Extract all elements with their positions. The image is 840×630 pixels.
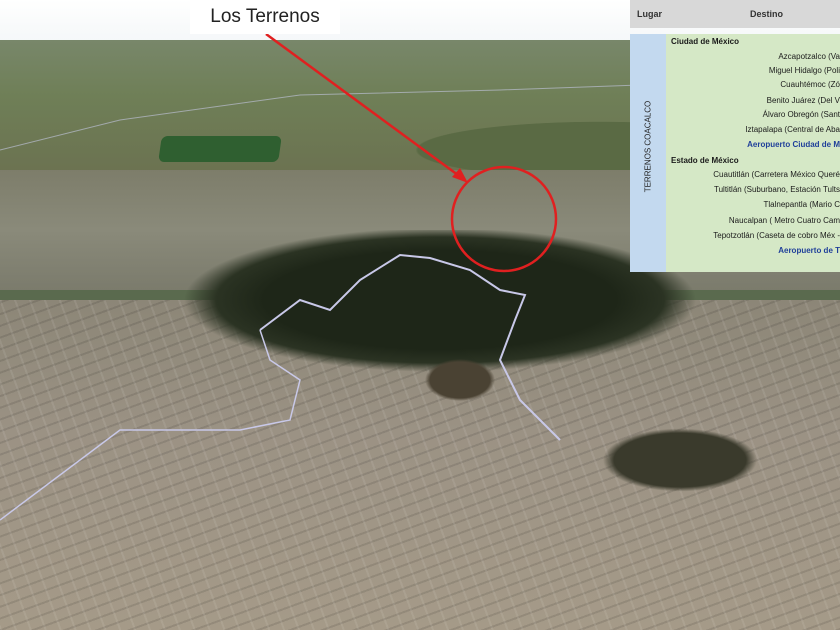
- lugar-cell: TERRENOS COACALCO: [630, 34, 666, 272]
- header-destino: Destino: [750, 9, 784, 19]
- destination-item: Benito Juárez (Del V: [766, 96, 840, 105]
- municipal-boundary-west: [0, 329, 301, 521]
- table-header: Lugar Destino: [630, 0, 840, 28]
- header-lugar: Lugar: [637, 9, 663, 19]
- destination-item: Cuauhtémoc (Zó: [780, 80, 840, 89]
- destination-item: Tepotzotlán (Caseta de cobro Méx -: [713, 231, 840, 240]
- group-title: Estado de México: [671, 156, 739, 165]
- destination-item: Tultitlán (Suburbano, Estación Tults: [714, 185, 840, 194]
- pointer-arrow: [265, 32, 463, 180]
- group-title: Ciudad de México: [671, 37, 740, 46]
- destination-item: Tlalnepantla (Mario C: [763, 200, 840, 209]
- destination-item: Álvaro Obregón (Sant: [762, 110, 840, 119]
- airport-item: Aeropuerto de T: [778, 246, 840, 255]
- table-body: TERRENOS COACALCO Ciudad de México Azcap…: [630, 34, 840, 272]
- road-line: [0, 84, 641, 151]
- destination-item: Iztapalapa (Central de Aba: [745, 125, 840, 134]
- lugar-label: TERRENOS COACALCO: [643, 100, 653, 193]
- destination-item: Azcapotzalco (Va: [778, 52, 840, 61]
- destination-item: Naucalpan ( Metro Cuatro Cam: [728, 216, 840, 225]
- callout-label: Los Terrenos: [190, 0, 340, 34]
- arrow-head: [452, 168, 468, 183]
- municipal-boundary: [259, 253, 561, 441]
- destination-item: Miguel Hidalgo (Poli: [768, 66, 840, 75]
- destination-item: Cuautitlán (Carretera México Queré: [713, 170, 840, 179]
- destino-column: Ciudad de México Azcapotzalco (Va Miguel…: [666, 34, 840, 272]
- destinations-table: Lugar Destino TERRENOS COACALCO Ciudad d…: [630, 0, 840, 272]
- airport-item: Aeropuerto Ciudad de M: [747, 140, 840, 149]
